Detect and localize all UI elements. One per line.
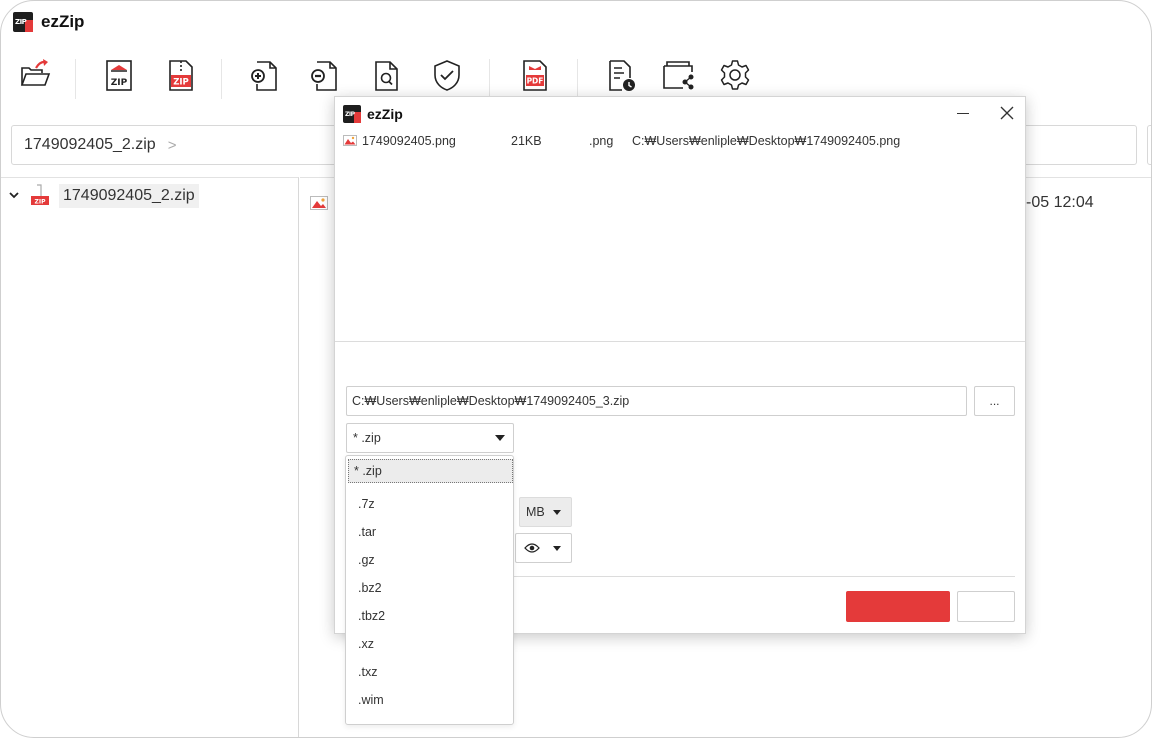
extract-zip-icon: ZIP [169, 60, 193, 91]
share-icon [663, 61, 694, 90]
list-item[interactable]: 1749092405.png 21KB .png C:₩Users₩enlipl… [343, 133, 1013, 151]
format-option-tar[interactable]: .tar [346, 520, 513, 544]
remove-file-button[interactable] [305, 55, 345, 95]
split-unit-select[interactable]: MB [519, 497, 572, 527]
add-file-icon [251, 61, 277, 91]
dialog-file-list: 1749092405.png 21KB .png C:₩Users₩enlipl… [335, 127, 1025, 342]
svg-text:ZIP: ZIP [111, 78, 128, 88]
check-integrity-button[interactable] [427, 55, 467, 95]
format-option-7z[interactable]: .7z [346, 492, 513, 516]
settings-button[interactable] [715, 55, 755, 95]
eye-icon [524, 543, 540, 553]
dialog-title-bar: ZIP ezZip [343, 105, 403, 123]
format-selected-value: * .zip [353, 431, 381, 445]
file-size: 21KB [511, 134, 542, 148]
compress-ok-button[interactable] [846, 591, 950, 622]
settings-gear-icon [720, 60, 750, 90]
main-toolbar: ZIP ZIP PDF [15, 55, 1135, 99]
compress-zip-button[interactable]: ZIP [99, 55, 139, 95]
app-title: ezZip [41, 12, 85, 31]
close-icon [1000, 106, 1014, 120]
open-archive-button[interactable] [15, 55, 55, 95]
close-button[interactable] [991, 99, 1023, 127]
chevron-down-icon[interactable] [7, 189, 21, 204]
modified-date: -05 12:04 [1026, 194, 1094, 211]
minimize-icon [957, 112, 969, 114]
image-file-icon [343, 135, 357, 146]
destination-path-input[interactable]: C:₩Users₩enliple₩Desktop₩1749092405_3.zi… [346, 386, 967, 416]
add-file-button[interactable] [245, 55, 285, 95]
format-option-txz[interactable]: .txz [346, 660, 513, 684]
minimize-button[interactable] [947, 99, 979, 127]
format-option-bz2[interactable]: .bz2 [346, 576, 513, 600]
dropdown-caret-icon [495, 435, 505, 441]
format-option-gz[interactable]: .gz [346, 548, 513, 572]
convert-pdf-icon: PDF [523, 60, 547, 91]
extract-zip-button[interactable]: ZIP [161, 55, 201, 95]
svg-text:ZIP: ZIP [173, 78, 189, 88]
compress-zip-icon: ZIP [106, 60, 132, 91]
tree-item-root[interactable]: ZIP 1749092405_2.zip [7, 182, 199, 210]
format-option-wim[interactable]: .wim [346, 688, 513, 712]
view-file-button[interactable] [367, 55, 407, 95]
format-dropdown-list: * .zip .7z .tar .gz .bz2 .tbz2 .xz .txz … [345, 455, 514, 725]
format-option-zip[interactable]: * .zip [348, 459, 513, 483]
file-name: 1749092405.png [362, 134, 456, 148]
check-integrity-icon [434, 60, 460, 91]
open-archive-icon [20, 59, 51, 86]
file-path: C:₩Users₩enliple₩Desktop₩1749092405.png [632, 134, 901, 148]
dialog-title: ezZip [367, 106, 403, 122]
svg-text:PDF: PDF [527, 77, 544, 86]
password-visibility-select[interactable] [515, 533, 572, 563]
browse-button[interactable]: ... [974, 386, 1015, 416]
share-button[interactable] [659, 55, 699, 95]
dropdown-caret-icon [553, 510, 561, 515]
format-option-tbz2[interactable]: .tbz2 [346, 604, 513, 628]
split-unit-value: MB [526, 505, 545, 519]
path-text[interactable]: 1749092405_2.zip [24, 136, 156, 154]
history-button[interactable] [601, 55, 641, 95]
remove-file-icon [311, 61, 337, 91]
file-extension: .png [589, 134, 614, 148]
format-option-xz[interactable]: .xz [346, 632, 513, 656]
format-select[interactable]: * .zip [346, 423, 514, 453]
path-separator: > [167, 136, 177, 154]
svg-text:ZIP: ZIP [35, 198, 47, 205]
history-icon [609, 60, 635, 91]
cancel-button[interactable] [957, 591, 1015, 622]
convert-pdf-button[interactable]: PDF [515, 55, 555, 95]
app-title-bar: ZIP ezZip [13, 11, 84, 33]
folder-tree: ZIP 1749092405_2.zip [1, 177, 299, 737]
ezzip-logo-icon: ZIP [343, 105, 361, 123]
dropdown-caret-icon [553, 546, 561, 551]
view-file-icon [375, 61, 398, 91]
ezzip-logo-icon: ZIP [13, 12, 33, 32]
tree-item-label[interactable]: 1749092405_2.zip [59, 184, 199, 208]
zip-file-icon: ZIP [31, 184, 49, 205]
image-file-icon [310, 196, 328, 210]
search-box[interactable] [1147, 125, 1151, 165]
